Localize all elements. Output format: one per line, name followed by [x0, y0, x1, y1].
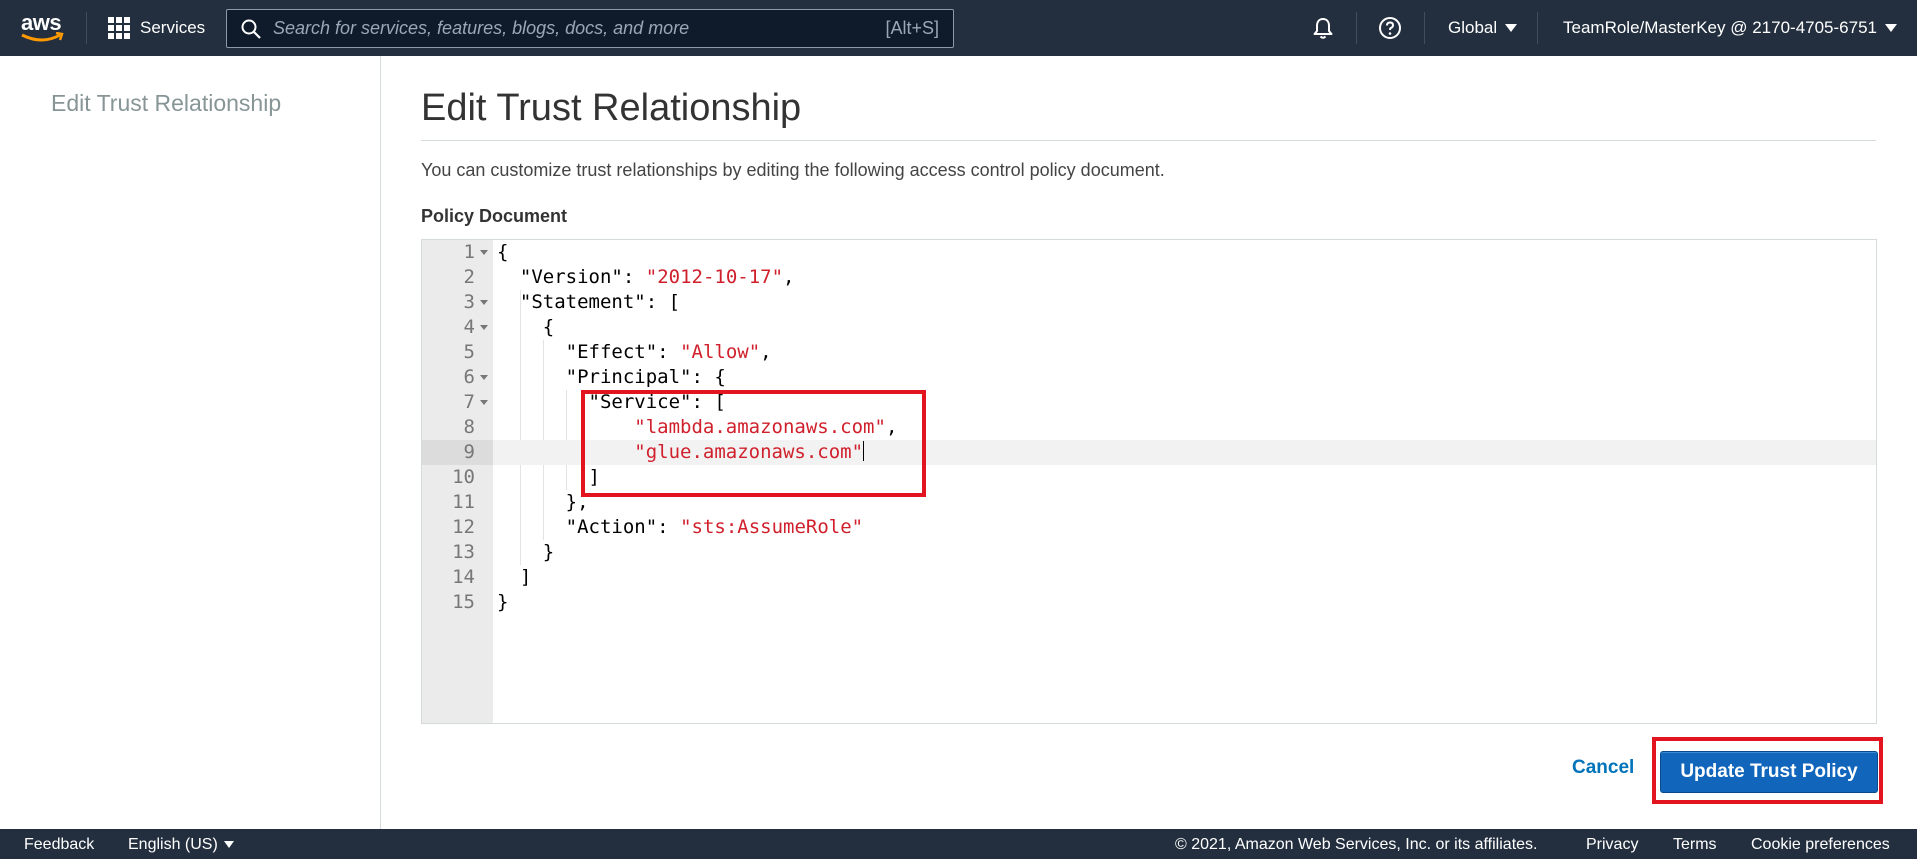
aws-logo[interactable]: aws [20, 10, 66, 44]
line-number: 8 [463, 416, 475, 438]
region-label: Global [1448, 18, 1498, 37]
line-number: 13 [452, 541, 475, 563]
line-number: 14 [452, 566, 475, 588]
left-sidebar: Edit Trust Relationship [0, 56, 381, 829]
search-shortcut: [Alt+S] [885, 18, 939, 38]
sidebar-title: Edit Trust Relationship [51, 90, 282, 116]
account-label: TeamRole/MasterKey @ 2170-4705-6751 [1563, 18, 1877, 37]
account-menu[interactable]: TeamRole/MasterKey @ 2170-4705-6751 [1563, 18, 1897, 38]
code-line[interactable]: 2 "Version": "2012-10-17", [422, 265, 1876, 290]
aws-smile-icon [21, 32, 64, 42]
code-text: "Action": "sts:AssumeRole" [565, 516, 864, 538]
footer: Feedback English (US) © 2021, Amazon Web… [0, 829, 1917, 859]
fold-arrow-icon[interactable] [480, 400, 488, 405]
code-line[interactable]: 14 ] [422, 565, 1876, 590]
code-line[interactable]: 3 "Statement": [ [422, 290, 1876, 315]
nav-divider [1356, 12, 1357, 44]
line-number-cell: 6 [422, 365, 493, 390]
line-number-cell: 1 [422, 240, 493, 265]
code-text: } [497, 591, 509, 613]
terms-link[interactable]: Terms [1673, 836, 1717, 854]
search-icon [241, 19, 261, 39]
language-label: English (US) [128, 836, 218, 853]
line-number-cell: 3 [422, 290, 493, 315]
line-number: 7 [463, 391, 475, 413]
region-selector[interactable]: Global [1448, 18, 1518, 38]
top-nav: aws Services [Alt+S] Glo [0, 0, 1917, 56]
code-line[interactable]: 6 "Principal": { [422, 365, 1876, 390]
code-line[interactable]: 1{ [422, 240, 1876, 265]
nav-divider [86, 12, 87, 44]
caret-down-icon [1885, 24, 1897, 32]
cookie-preferences-link[interactable]: Cookie preferences [1751, 836, 1890, 854]
search-input[interactable] [273, 10, 886, 47]
line-number-cell: 7 [422, 390, 493, 415]
line-number: 10 [452, 466, 475, 488]
code-line[interactable]: 13 } [422, 540, 1876, 565]
cancel-button[interactable]: Cancel [1572, 757, 1634, 779]
line-number-cell: 14 [422, 565, 493, 590]
nav-divider [1424, 12, 1425, 44]
services-menu[interactable]: Services [108, 14, 205, 42]
line-number: 1 [463, 241, 475, 263]
language-selector[interactable]: English (US) [128, 836, 234, 854]
code-text: { [497, 241, 509, 263]
line-number: 2 [463, 266, 475, 288]
line-number-cell: 13 [422, 540, 493, 565]
line-number: 5 [463, 341, 475, 363]
line-number: 6 [463, 366, 475, 388]
code-line[interactable]: 4 { [422, 315, 1876, 340]
privacy-link[interactable]: Privacy [1586, 836, 1638, 854]
page-title: Edit Trust Relationship [421, 87, 802, 129]
code-text: "Version": "2012-10-17", [519, 266, 795, 288]
caret-down-icon [223, 841, 234, 848]
line-number-cell: 15 [422, 590, 493, 615]
grid-icon [108, 17, 130, 39]
title-divider [421, 140, 1876, 141]
search-bar[interactable]: [Alt+S] [226, 9, 954, 48]
fold-arrow-icon[interactable] [480, 300, 488, 305]
bell-icon[interactable] [1309, 14, 1337, 42]
line-number: 15 [452, 591, 475, 613]
code-text: "Principal": { [565, 366, 726, 388]
line-number-cell: 12 [422, 515, 493, 540]
code-text: }, [497, 491, 589, 513]
code-text: } [497, 541, 555, 563]
line-number-cell: 5 [422, 340, 493, 365]
code-line[interactable]: 12 "Action": "sts:AssumeRole" [422, 515, 1876, 540]
code-line[interactable]: 15} [422, 590, 1876, 615]
feedback-link[interactable]: Feedback [24, 836, 94, 854]
service-annotation-box [581, 390, 926, 497]
line-number-cell: 11 [422, 490, 493, 515]
button-annotation-box [1652, 737, 1883, 804]
line-number-cell: 8 [422, 415, 493, 440]
line-number: 12 [452, 516, 475, 538]
line-number: 4 [463, 316, 475, 338]
code-text: ] [497, 566, 532, 588]
copyright-text: © 2021, Amazon Web Services, Inc. or its… [1175, 836, 1538, 853]
code-text: "Effect": "Allow", [565, 341, 772, 363]
caret-down-icon [1505, 24, 1518, 32]
help-icon[interactable] [1376, 14, 1404, 42]
code-text: { [497, 316, 555, 338]
fold-arrow-icon[interactable] [480, 250, 488, 255]
fold-arrow-icon[interactable] [480, 325, 488, 330]
code-text: "Statement": [ [519, 291, 681, 313]
code-line[interactable]: 5 "Effect": "Allow", [422, 340, 1876, 365]
line-number: 3 [463, 291, 475, 313]
services-label: Services [140, 18, 206, 37]
line-number-cell: 9 [422, 440, 493, 465]
line-number-cell: 2 [422, 265, 493, 290]
page-description: You can customize trust relationships by… [421, 160, 1165, 180]
line-number: 11 [452, 491, 475, 513]
line-number: 9 [463, 441, 475, 463]
policy-document-label: Policy Document [421, 206, 568, 226]
nav-divider [1537, 12, 1538, 44]
line-number-cell: 10 [422, 465, 493, 490]
fold-arrow-icon[interactable] [480, 375, 488, 380]
line-number-cell: 4 [422, 315, 493, 340]
